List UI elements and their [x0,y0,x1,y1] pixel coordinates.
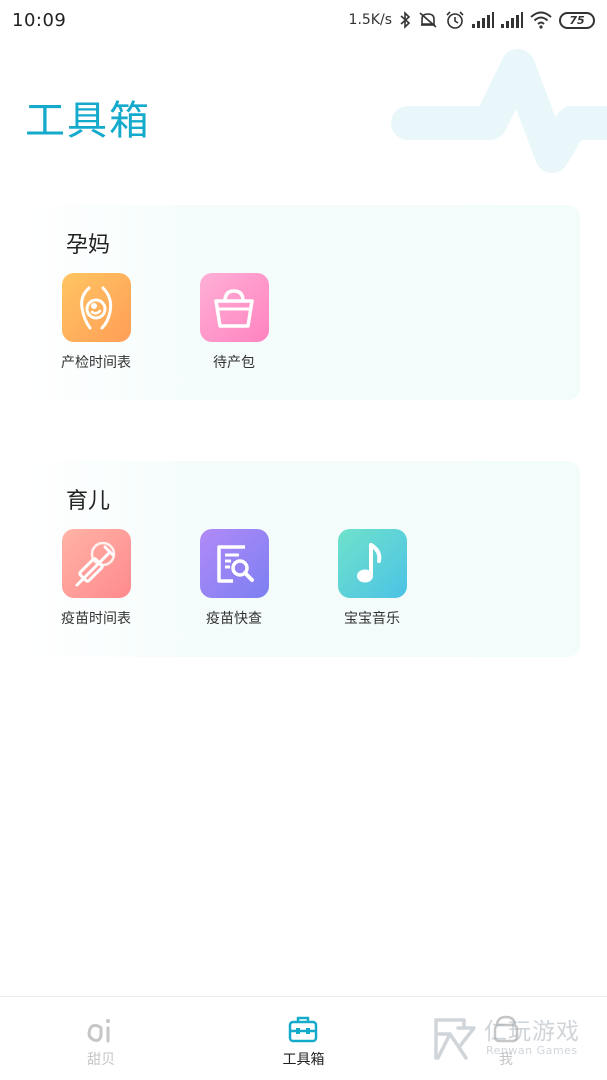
syringe-icon [61,529,131,598]
tool-vaccine-lookup[interactable]: 疫苗快查 [184,529,284,628]
bluetooth-icon [399,10,411,30]
section-title: 孕妈 [66,233,111,258]
tool-label: 产检时间表 [61,355,131,371]
wifi-icon [530,10,552,30]
signal-icon [501,10,523,30]
tool-label: 疫苗快查 [206,611,262,627]
bag-icon [199,273,269,342]
toolbox-icon [287,1013,319,1045]
status-bar: 10:09 1.5K/s 75 [0,0,607,40]
alarm-icon [445,10,465,30]
tool-label: 疫苗时间表 [61,611,131,627]
parenting-section: 育儿 疫苗时间表 疫苗快查 宝宝音乐 [28,461,580,657]
tianbei-icon [85,1013,117,1045]
status-time: 10:09 [12,9,67,31]
tool-label: 宝宝音乐 [344,611,400,627]
music-note-icon [337,529,407,598]
tool-label: 待产包 [213,355,255,371]
watermark-logo-icon [434,1018,476,1060]
mute-icon [418,10,438,30]
page-title: 工具箱 [25,98,151,144]
signal-icon [472,10,494,30]
battery-icon: 75 [559,11,595,29]
tool-vaccine-schedule[interactable]: 疫苗时间表 [46,529,146,628]
nav-label: 工具箱 [282,1052,325,1068]
watermark-text: 仁玩游戏 [484,1019,580,1045]
net-speed: 1.5K/s [348,12,392,28]
tool-hospital-bag[interactable]: 待产包 [184,273,284,372]
watermark-subtext: Renwan Games [486,1044,578,1057]
tool-baby-music[interactable]: 宝宝音乐 [322,529,422,628]
tool-checkup-schedule[interactable]: 产检时间表 [46,273,146,372]
watermark: 仁玩游戏 Renwan Games [428,1010,603,1070]
nav-label: 甜贝 [87,1052,116,1068]
nav-item-tianbei[interactable]: 甜贝 [0,997,202,1080]
status-icons: 1.5K/s 75 [349,10,595,30]
maternity-section: 孕妈 产检时间表 待产包 [28,205,580,400]
section-title: 育儿 [66,489,111,514]
pregnancy-icon [61,273,131,342]
heartbeat-decoration [391,49,607,173]
search-document-icon [199,529,269,598]
nav-item-toolbox[interactable]: 工具箱 [202,997,404,1080]
